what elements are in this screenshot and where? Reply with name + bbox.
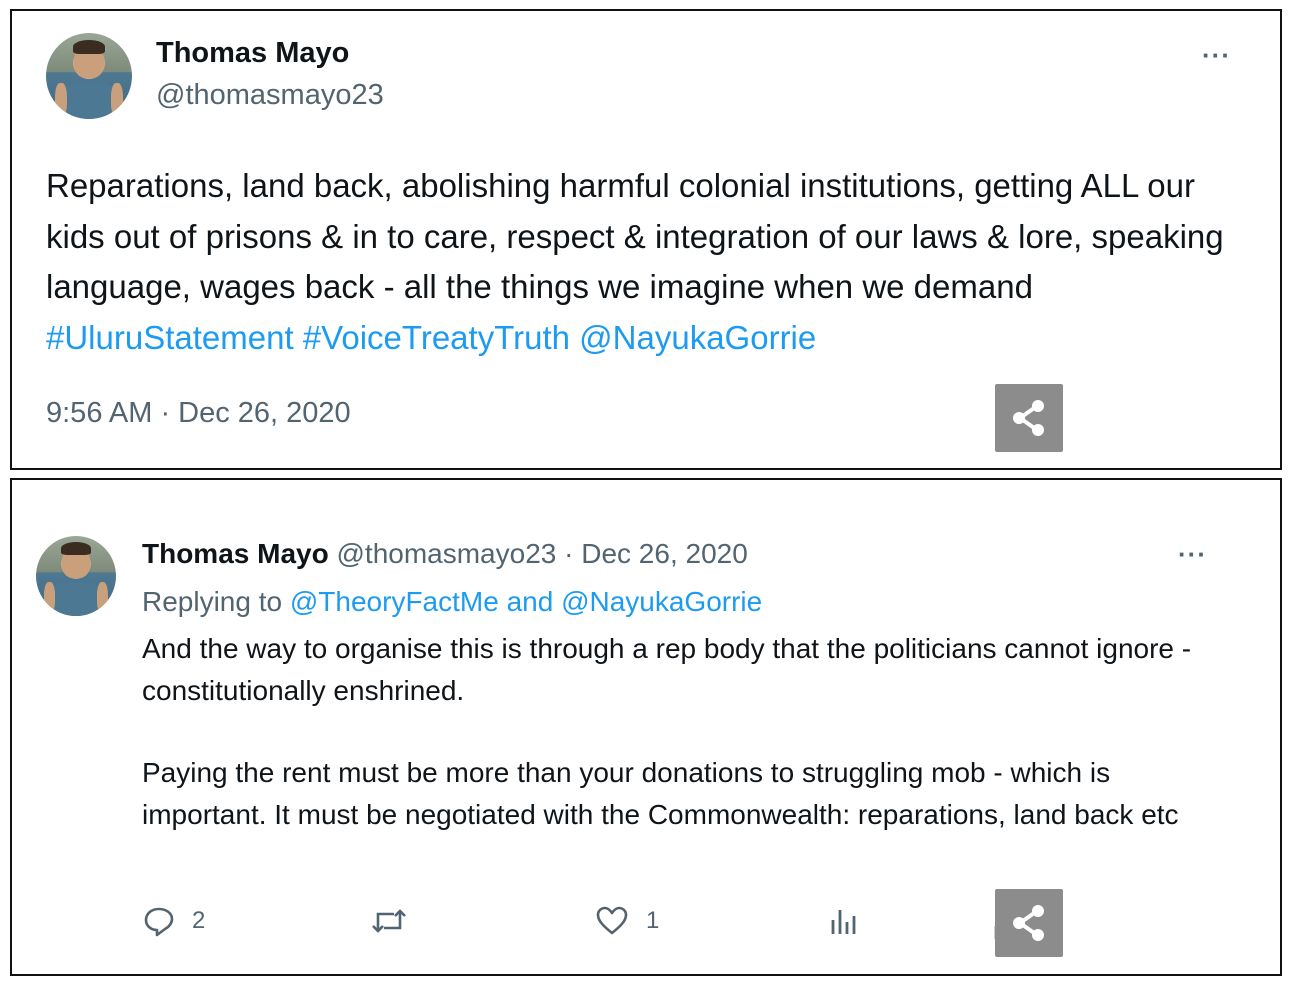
avatar[interactable] <box>46 33 132 119</box>
hashtag-link[interactable]: #VoiceTreatyTruth <box>303 319 570 356</box>
reply-icon <box>144 907 174 937</box>
retweet-icon <box>372 909 406 933</box>
share-icon <box>1013 400 1044 436</box>
replying-to-links[interactable]: @TheoryFactMe and @NayukaGorrie <box>290 586 762 617</box>
reply-paragraph: And the way to organise this is through … <box>142 633 1192 706</box>
share-button[interactable] <box>995 384 1063 452</box>
hashtag-link[interactable]: #UluruStatement <box>46 319 294 356</box>
author-handle[interactable]: @thomasmayo23 <box>156 79 384 112</box>
reply-card: Thomas Mayo @thomasmayo23 · Dec 26, 2020… <box>10 478 1282 976</box>
tweet-body-text: Reparations, land back, abolishing harmf… <box>46 167 1224 305</box>
reply-text: And the way to organise this is through … <box>142 628 1202 836</box>
more-icon[interactable]: ··· <box>1178 541 1207 567</box>
mention-link[interactable]: @NayukaGorrie <box>579 319 816 356</box>
retweet-button[interactable] <box>370 904 408 938</box>
author-handle[interactable]: @thomasmayo23 <box>336 538 556 569</box>
reply-date[interactable]: Dec 26, 2020 <box>581 538 748 569</box>
avatar[interactable] <box>36 536 116 616</box>
header-separator: · <box>556 538 582 569</box>
tweet-card: Thomas Mayo @thomasmayo23 ··· Reparation… <box>10 9 1282 470</box>
like-icon <box>596 906 628 935</box>
analytics-button[interactable] <box>826 904 860 938</box>
author-name[interactable]: Thomas Mayo <box>156 37 349 70</box>
like-button[interactable]: 1 <box>594 904 659 938</box>
replying-to: Replying to @TheoryFactMe and @NayukaGor… <box>142 586 762 618</box>
more-icon[interactable]: ··· <box>1202 42 1231 68</box>
replying-prefix: Replying to <box>142 586 290 617</box>
reply-count: 2 <box>192 907 206 934</box>
reply-paragraph: Paying the rent must be more than your d… <box>142 757 1179 830</box>
share-button[interactable] <box>995 889 1063 957</box>
tweet-text: Reparations, land back, abolishing harmf… <box>46 161 1246 363</box>
author-name[interactable]: Thomas Mayo <box>142 538 329 569</box>
tweet-timestamp[interactable]: 9:56 AM · Dec 26, 2020 <box>46 397 351 430</box>
share-icon <box>1013 905 1044 941</box>
like-count: 1 <box>646 907 660 934</box>
reply-header: Thomas Mayo @thomasmayo23 · Dec 26, 2020 <box>142 538 748 570</box>
analytics-icon <box>831 910 856 934</box>
reply-button[interactable]: 2 <box>142 904 205 938</box>
